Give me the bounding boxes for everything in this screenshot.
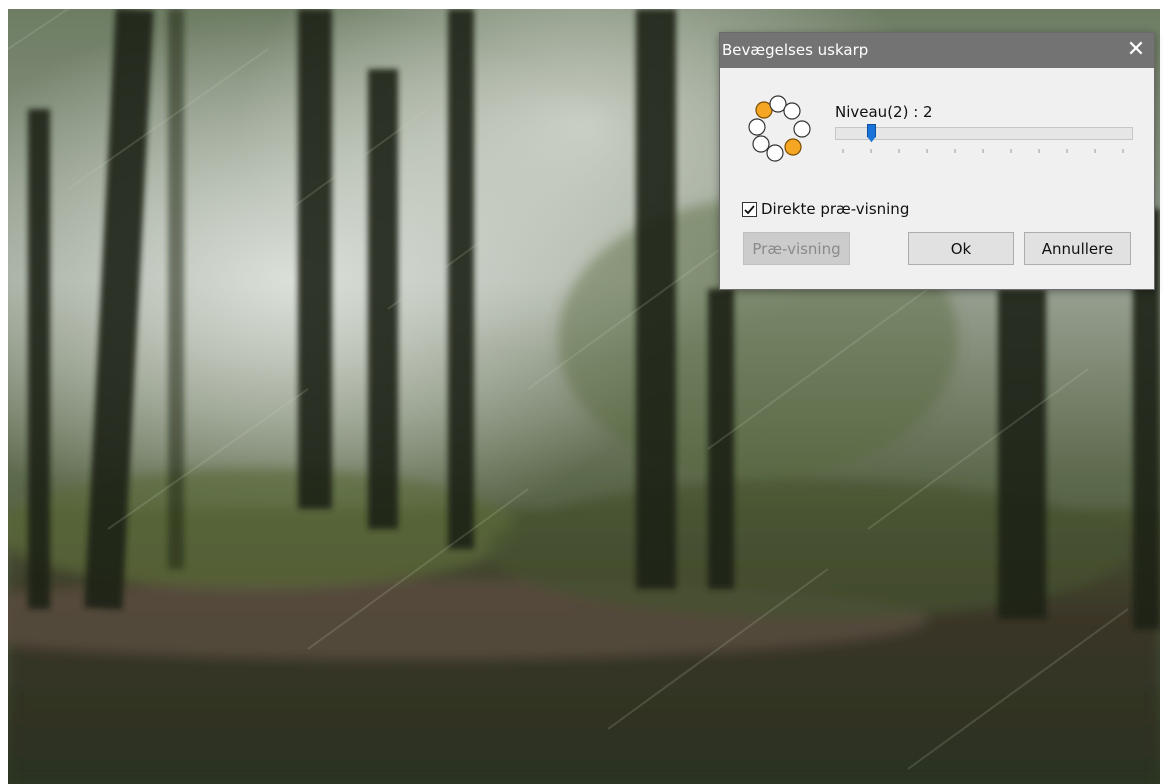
close-icon[interactable]: ✕ [1122, 36, 1150, 64]
direct-preview-label: Direkte præ-visning [761, 200, 910, 218]
motion-blur-dialog: Bevægelses uskarp ✕ Niveau(2) : 2 Direkt… [719, 32, 1155, 290]
level-label: Niveau(2) : 2 [835, 103, 933, 121]
cancel-button[interactable]: Annullere [1024, 232, 1131, 265]
direct-preview-checkbox[interactable]: Direkte præ-visning [742, 200, 909, 218]
dialog-title: Bevægelses uskarp [722, 41, 869, 59]
slider-ticks [842, 149, 1124, 153]
ok-button[interactable]: Ok [908, 232, 1014, 265]
checkmark-icon [744, 204, 755, 214]
dialog-titlebar[interactable]: Bevægelses uskarp ✕ [720, 33, 1154, 68]
slider-track[interactable] [835, 127, 1133, 140]
motion-blur-icon [740, 93, 820, 169]
level-slider[interactable] [835, 124, 1133, 155]
preview-button[interactable]: Præ-visning [743, 232, 850, 265]
checkbox-box[interactable] [742, 201, 757, 217]
